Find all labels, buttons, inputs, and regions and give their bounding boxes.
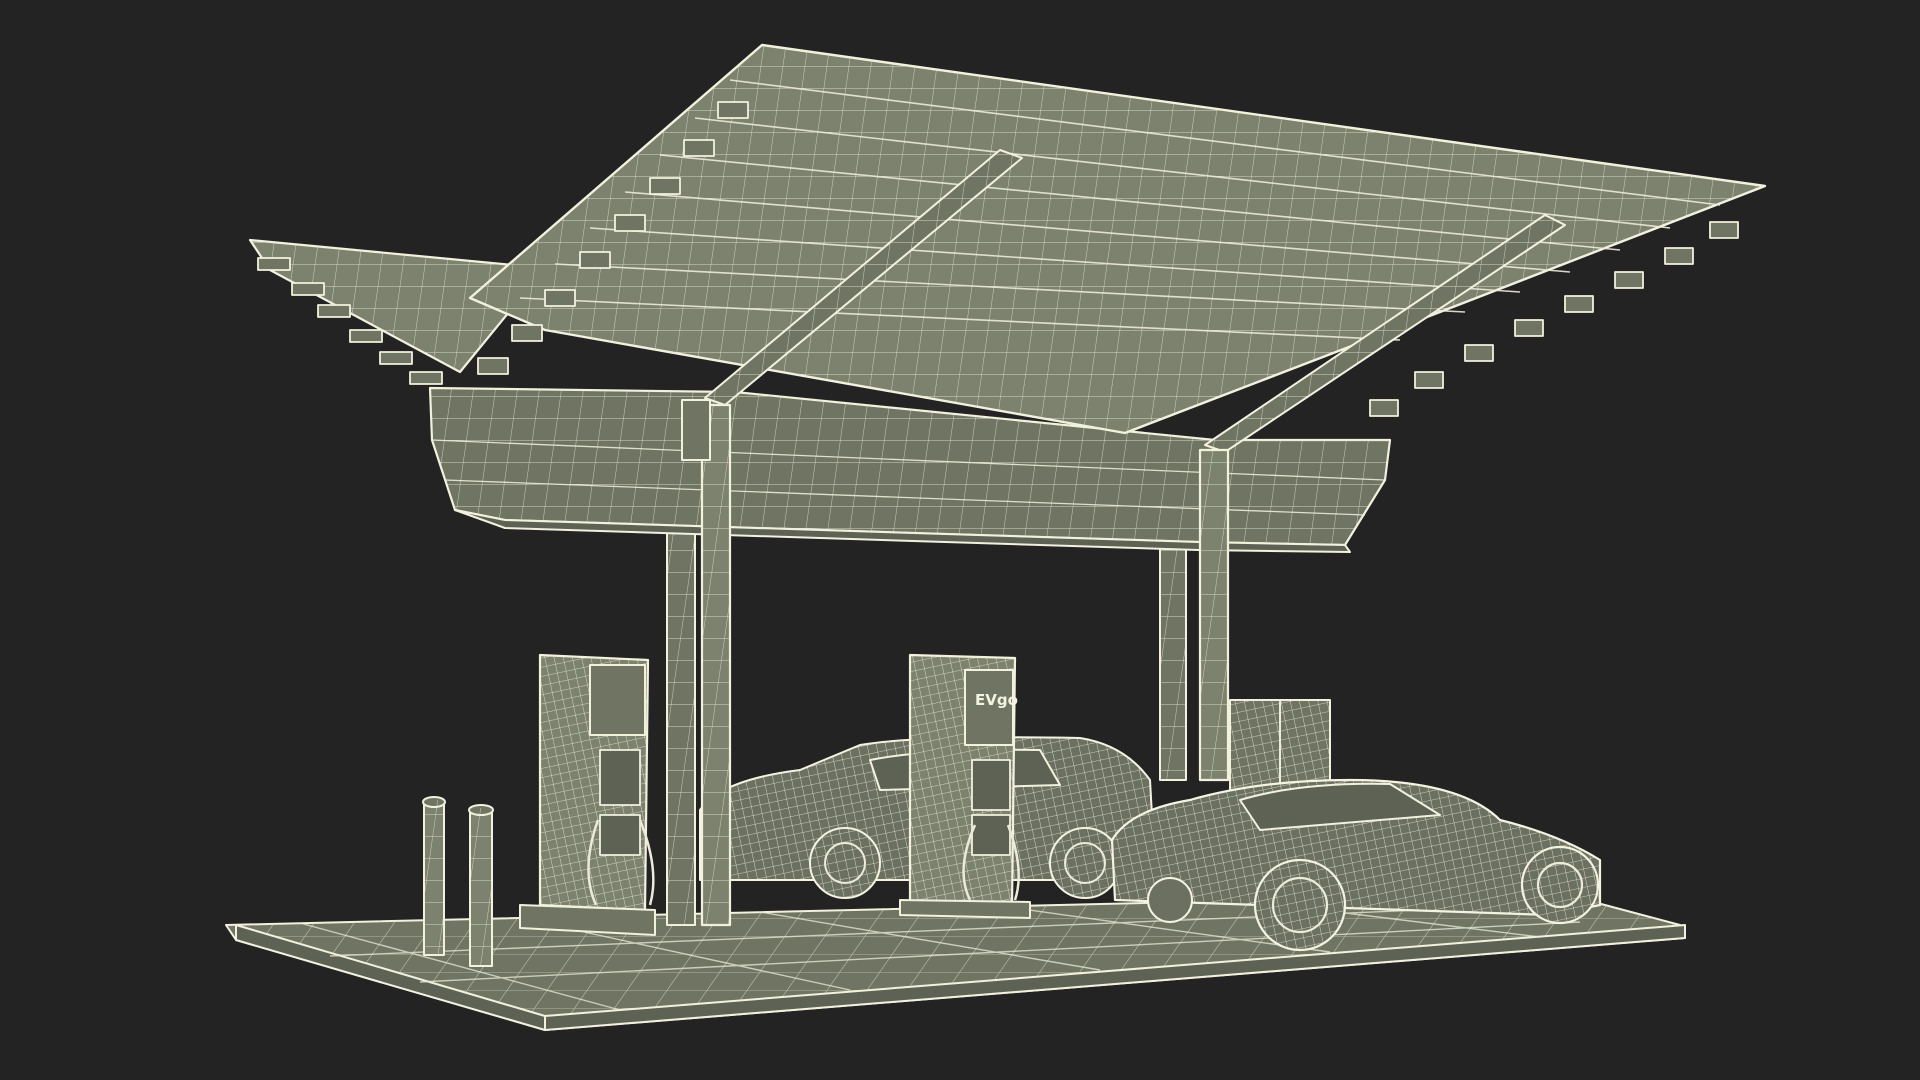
wireframe-scene: EVgo (225, 43, 1767, 1031)
canopy-fascia (428, 386, 1392, 553)
sedan-wheel-front (1253, 858, 1347, 952)
sedan-wheel-front-left (1147, 877, 1193, 923)
charger-brand-label: EVgo (975, 691, 1018, 709)
canopy-column-rear-right (1159, 534, 1187, 781)
suv-wheel-front (809, 827, 881, 899)
charger-left (519, 653, 656, 936)
canopy-column-front-right (1198, 448, 1230, 782)
charger-center: EVgo (899, 653, 1031, 919)
charger-rear (1229, 699, 1331, 791)
render-viewport: EVgo (0, 0, 1920, 1080)
bollard-right (468, 804, 494, 967)
canopy-column-rear-left (666, 524, 696, 926)
suv-wheel-rear (1049, 827, 1121, 899)
sedan-wheel-rear (1520, 845, 1600, 925)
bollard-left (422, 796, 446, 956)
